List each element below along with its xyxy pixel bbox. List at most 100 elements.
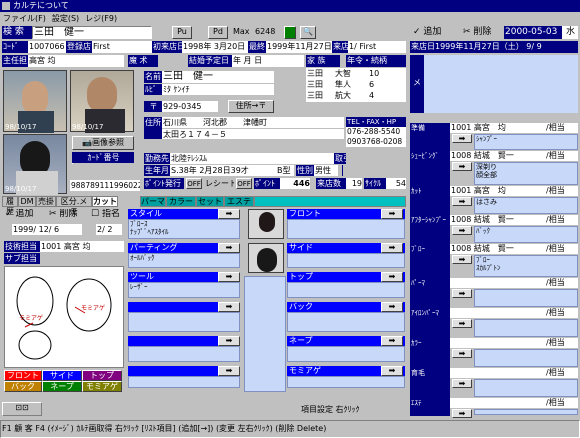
service-item[interactable] [474, 319, 578, 337]
service-item[interactable]: ｼｬﾝﾌﾟｰ [474, 134, 578, 150]
page-down-button[interactable]: Pd [208, 26, 228, 39]
cut-region-add-button[interactable]: ➡ [381, 302, 403, 312]
cut-region-add-button[interactable]: ➡ [381, 336, 403, 346]
cut-region-add-button[interactable]: ➡ [381, 209, 403, 219]
cut-region-value[interactable] [287, 376, 405, 388]
service-staff-row[interactable]: 1001 高宮 均 /相当 [450, 186, 578, 196]
side-color-button[interactable]: サイド [42, 370, 82, 381]
cut-section-add-button[interactable]: ➡ [218, 302, 240, 312]
cut-section-add-button[interactable]: ➡ [218, 336, 240, 346]
service-add-button[interactable]: ➡ [452, 134, 472, 143]
cut-middle-area[interactable] [244, 276, 286, 392]
cut-section-value[interactable]: ｵｰﾙﾊﾞｯｸ [128, 253, 240, 268]
style-photo-back[interactable] [248, 243, 284, 273]
cut-region-value[interactable] [287, 219, 405, 239]
cut-region-value[interactable] [287, 253, 405, 268]
tab-color[interactable]: カラー [166, 196, 196, 207]
service-item[interactable]: 深剃り 顔全部 [474, 162, 578, 185]
memo-area[interactable] [424, 55, 578, 113]
service-add-button[interactable]: ➡ [452, 289, 472, 298]
service-add-button[interactable]: ➡ [452, 197, 472, 206]
cut-section-value[interactable]: ﾚｰｻﾞｰ [128, 282, 240, 298]
menu-file[interactable]: ファイル(F) [3, 14, 46, 23]
service-item[interactable] [474, 379, 578, 397]
karte-delete-button[interactable]: ✂ 削除 [48, 209, 88, 221]
cut-section-value[interactable]: ﾌﾞﾛｰｽ ﾅｯﾌﾟﾞﾍｱｽﾀｲﾙ [128, 219, 240, 239]
service-staff-row[interactable]: /相当 [450, 398, 578, 408]
karte-time[interactable]: 2/ 2 [96, 224, 122, 235]
customer-photo-side[interactable]: 98/10/17 [70, 70, 134, 133]
delete-button[interactable]: ✂ 削除 [462, 26, 502, 39]
cut-region-value[interactable] [287, 346, 405, 362]
menu-settings[interactable]: 設定(S) [52, 14, 79, 23]
service-add-button[interactable]: ➡ [452, 255, 472, 264]
sideburn-color-button[interactable]: モミアゲ [82, 381, 122, 392]
customer-photo-back[interactable]: 98/10/17 [3, 134, 67, 195]
right-visit-row: 来店日1999年11月27日（土） 9/ 9 [410, 41, 578, 53]
tab-memo[interactable]: 区分.メモ [56, 196, 92, 216]
add-button[interactable]: ✓ 追加 [412, 26, 462, 39]
cut-section-value[interactable] [128, 312, 240, 332]
cut-region-value[interactable] [287, 312, 405, 332]
point-issue-toggle[interactable]: OFF [186, 178, 202, 189]
service-add-button[interactable]: ➡ [452, 409, 472, 418]
layout-icon[interactable]: ⊡⊡ [2, 402, 42, 416]
tab-history[interactable]: 履歴 [2, 196, 18, 216]
page-up-button[interactable]: Pu [172, 26, 192, 39]
address-to-zip-button[interactable]: 住所→〒 [228, 100, 274, 113]
cut-region-add-button[interactable]: ➡ [381, 272, 403, 282]
service-staff-row[interactable]: /相当 [450, 308, 578, 318]
cut-region-add-button[interactable]: ➡ [381, 366, 403, 376]
cut-section-add-button[interactable]: ➡ [218, 272, 240, 282]
service-item[interactable]: はさみ [474, 197, 578, 214]
nominate-checkbox[interactable]: ☐ 指名 [90, 209, 126, 221]
cut-section-value[interactable] [128, 376, 240, 388]
karte-date[interactable]: 1999/ 12/ 6 [12, 224, 82, 235]
karte-add-button[interactable]: ✓ 追加 [4, 209, 48, 221]
service-item[interactable]: ﾊﾞｯｸ [474, 226, 578, 243]
service-add-button[interactable]: ➡ [452, 349, 472, 358]
service-staff-row[interactable]: 1008 結城 賢一 /相当 [450, 151, 578, 161]
service-staff-row[interactable]: /相当 [450, 368, 578, 378]
service-staff-row[interactable]: 1008 結城 賢一 /相当 [450, 244, 578, 254]
image-icon[interactable] [284, 26, 296, 39]
tab-credit[interactable]: 売掛 [36, 196, 56, 207]
cut-section-add-button[interactable]: ➡ [218, 366, 240, 376]
service-item[interactable]: ﾌﾞﾛｰ ｽｶﾙﾌﾟﾄﾝ [474, 255, 578, 277]
sideburn-label-2: モミアゲ [19, 315, 44, 322]
tab-cut[interactable]: カット [92, 196, 118, 207]
service-add-button[interactable]: ➡ [452, 226, 472, 235]
service-staff-row[interactable]: 1001 高宮 均 /相当 [450, 123, 578, 133]
customer-photo-front[interactable]: 98/10/17 [3, 70, 67, 133]
cut-region-value[interactable] [287, 282, 405, 298]
search-icon[interactable]: 🔍 [300, 26, 316, 39]
service-add-button[interactable]: ➡ [452, 379, 472, 388]
tech-staff-value[interactable]: 1001 高宮 均 [40, 241, 124, 252]
service-item[interactable] [474, 349, 578, 367]
cut-section-value[interactable] [128, 346, 240, 362]
tab-dm[interactable]: DM [18, 196, 36, 207]
nape-color-button[interactable]: ネープ [42, 381, 82, 392]
service-add-button[interactable]: ➡ [452, 319, 472, 328]
service-item[interactable] [474, 289, 578, 307]
service-staff-row[interactable]: 1008 結城 賢一 /相当 [450, 215, 578, 225]
service-add-button[interactable]: ➡ [452, 162, 472, 171]
top-color-button[interactable]: トップ [82, 370, 122, 381]
head-diagram[interactable]: モミアゲ モミアゲ [4, 266, 124, 368]
cut-section-add-button[interactable]: ➡ [218, 209, 240, 219]
service-staff-row[interactable]: /相当 [450, 338, 578, 348]
receipt-toggle[interactable]: OFF [236, 178, 252, 189]
cut-region-add-button[interactable]: ➡ [381, 243, 403, 253]
cut-section-add-button[interactable]: ➡ [218, 243, 240, 253]
search-input[interactable]: 三田 健一 [32, 26, 152, 39]
tab-perm[interactable]: パーマ [140, 196, 166, 207]
photo-ref-button[interactable]: 📷画像参照 [72, 136, 134, 150]
service-item[interactable] [474, 409, 578, 415]
back-color-button[interactable]: バック [4, 381, 42, 392]
style-photo-front[interactable] [248, 209, 284, 239]
tab-set[interactable]: セット [196, 196, 224, 207]
front-color-button[interactable]: フロント [4, 370, 42, 381]
menu-register[interactable]: レジ(F9) [85, 14, 117, 23]
service-staff-row[interactable]: /相当 [450, 278, 578, 288]
tab-esthe[interactable]: エステ [224, 196, 254, 207]
